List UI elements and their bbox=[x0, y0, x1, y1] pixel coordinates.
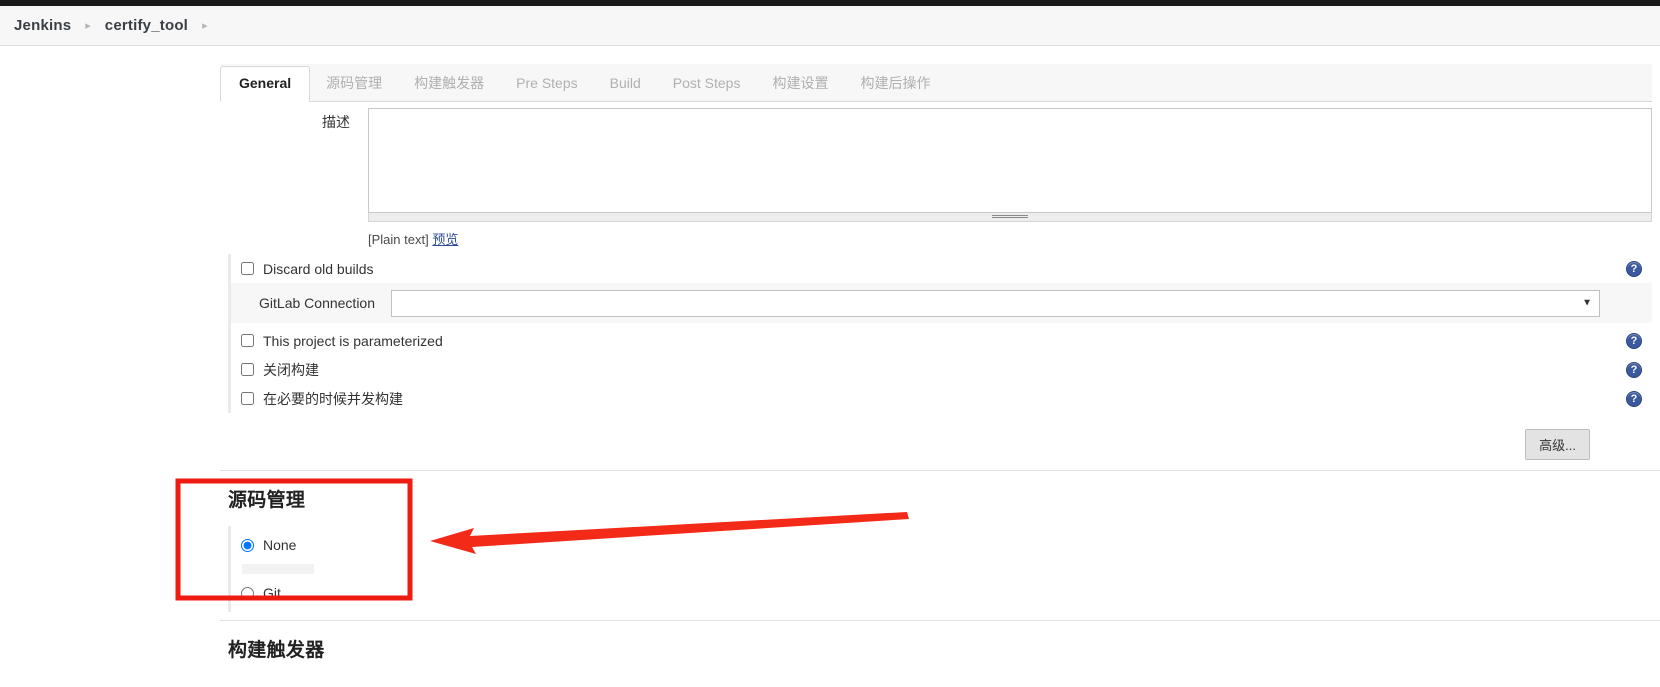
tab-general[interactable]: General bbox=[220, 66, 311, 102]
project-parameterized-checkbox[interactable] bbox=[241, 334, 254, 347]
help-icon-discard-old-builds[interactable]: ? bbox=[1626, 260, 1642, 277]
disable-build-checkbox[interactable] bbox=[241, 363, 254, 376]
concurrent-build-checkbox[interactable] bbox=[241, 392, 254, 405]
build-triggers-section-title: 构建触发器 bbox=[228, 640, 325, 661]
description-field-wrap: [Plain text] 预览 bbox=[368, 108, 1652, 248]
scm-option-git-row: Git bbox=[231, 574, 1652, 612]
general-options-block: Discard old builds ? GitLab Connection ▼… bbox=[228, 254, 1652, 413]
scm-radio-none[interactable] bbox=[241, 538, 254, 552]
breadcrumb: Jenkins ▸ certify_tool ▸ bbox=[0, 6, 1660, 46]
config-tab-bar: General 源码管理 构建触发器 Pre Steps Build Post … bbox=[220, 64, 1652, 102]
tab-build-triggers[interactable]: 构建触发器 bbox=[398, 66, 500, 101]
breadcrumb-item-certify-tool[interactable]: certify_tool bbox=[105, 17, 188, 34]
tab-post-steps[interactable]: Post Steps bbox=[657, 66, 757, 101]
scm-radio-spacer bbox=[242, 564, 314, 574]
project-parameterized-row: This project is parameterized ? bbox=[231, 326, 1652, 355]
scm-option-none-label[interactable]: None bbox=[263, 537, 296, 553]
build-triggers-section: 构建触发器 bbox=[212, 621, 1660, 684]
config-form-content: General 源码管理 构建触发器 Pre Steps Build Post … bbox=[212, 46, 1660, 687]
scm-section-title: 源码管理 bbox=[228, 490, 306, 511]
description-markup-info: [Plain text] 预览 bbox=[368, 222, 1652, 248]
scm-radio-git[interactable] bbox=[241, 586, 254, 600]
discard-old-builds-checkbox[interactable] bbox=[241, 262, 254, 275]
gitlab-connection-row: GitLab Connection ▼ bbox=[228, 283, 1652, 323]
discard-old-builds-label[interactable]: Discard old builds bbox=[263, 261, 374, 277]
plain-text-label: [Plain text] bbox=[368, 232, 429, 247]
general-form: 描述 [Plain text] 预览 Discard old builds ? bbox=[212, 102, 1660, 470]
tab-pre-steps[interactable]: Pre Steps bbox=[500, 66, 593, 101]
concurrent-build-row: 在必要的时候并发构建 ? bbox=[231, 384, 1652, 413]
page-body: General 源码管理 构建触发器 Pre Steps Build Post … bbox=[0, 46, 1660, 687]
preview-link[interactable]: 预览 bbox=[432, 232, 458, 247]
scm-radio-group: None Git bbox=[228, 526, 1652, 612]
tab-build[interactable]: Build bbox=[594, 66, 657, 101]
concurrent-build-label[interactable]: 在必要的时候并发构建 bbox=[263, 389, 403, 409]
scm-option-git-label[interactable]: Git bbox=[263, 585, 281, 601]
breadcrumb-separator-icon-2: ▸ bbox=[202, 20, 208, 32]
left-gutter bbox=[0, 46, 212, 687]
project-parameterized-label[interactable]: This project is parameterized bbox=[263, 333, 443, 349]
breadcrumb-separator-icon: ▸ bbox=[85, 20, 91, 32]
discard-old-builds-row: Discard old builds ? bbox=[231, 254, 1652, 283]
gitlab-connection-select-wrap: ▼ bbox=[391, 289, 1600, 317]
gitlab-connection-label: GitLab Connection bbox=[259, 295, 375, 311]
textarea-resize-handle[interactable] bbox=[368, 213, 1652, 222]
help-icon-project-parameterized[interactable]: ? bbox=[1626, 332, 1642, 349]
scm-option-none-row: None bbox=[231, 526, 1652, 564]
disable-build-label[interactable]: 关闭构建 bbox=[263, 360, 319, 380]
disable-build-row: 关闭构建 ? bbox=[231, 355, 1652, 384]
advanced-button-wrap: 高级... bbox=[220, 413, 1652, 470]
advanced-button[interactable]: 高级... bbox=[1525, 429, 1590, 460]
tab-post-build-actions[interactable]: 构建后操作 bbox=[844, 66, 946, 101]
breadcrumb-item-jenkins[interactable]: Jenkins bbox=[14, 17, 71, 34]
tab-scm[interactable]: 源码管理 bbox=[310, 66, 398, 101]
help-icon-concurrent-build[interactable]: ? bbox=[1626, 390, 1642, 407]
scm-section: 源码管理 None Git bbox=[212, 471, 1660, 620]
description-label: 描述 bbox=[322, 114, 350, 130]
description-row: 描述 [Plain text] 预览 bbox=[220, 102, 1652, 254]
help-icon-disable-build[interactable]: ? bbox=[1626, 361, 1642, 378]
description-textarea[interactable] bbox=[368, 108, 1652, 213]
tab-build-settings[interactable]: 构建设置 bbox=[756, 66, 844, 101]
gitlab-connection-select[interactable] bbox=[391, 289, 1600, 317]
